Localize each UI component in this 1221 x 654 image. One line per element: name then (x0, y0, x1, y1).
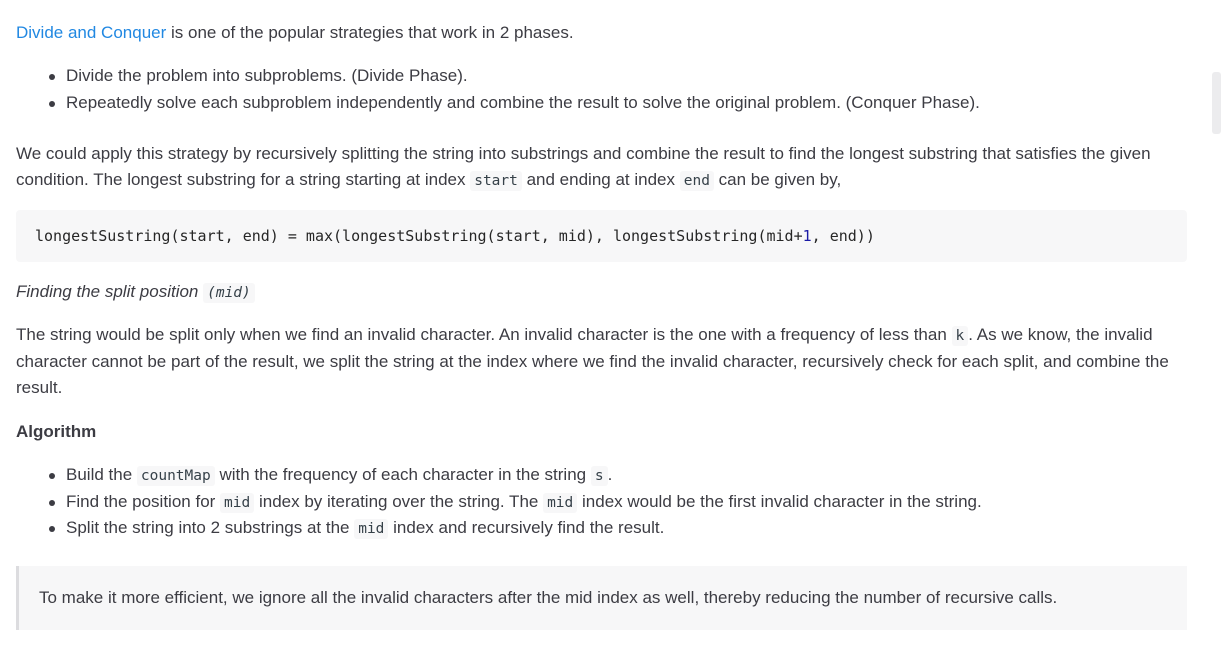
scrollbar-thumb[interactable] (1212, 72, 1221, 134)
inline-code: start (470, 171, 522, 191)
algorithm-heading: Algorithm (16, 422, 97, 441)
list-item: Repeatedly solve each subproblem indepen… (49, 90, 980, 117)
apply-paragraph: We could apply this strategy by recursiv… (16, 141, 1187, 194)
step-text: . (607, 465, 613, 484)
apply-text: and ending at index (521, 170, 680, 189)
split-heading-text: Finding the split position (16, 282, 204, 301)
split-text: The string would be split only when we f… (16, 325, 952, 344)
phases-list: Divide the problem into subproblems. (Di… (16, 63, 980, 117)
split-paragraph: The string would be split only when we f… (16, 322, 1187, 401)
step-text: index by iterating over the string. The (254, 491, 544, 511)
inline-code: k (951, 326, 969, 346)
intro-paragraph: Divide and Conquer is one of the popular… (16, 20, 574, 46)
inline-code: countMap (136, 466, 215, 486)
step-text: with the frequency of each character in … (214, 465, 591, 484)
inline-code: (mid) (203, 283, 255, 303)
note-blockquote: To make it more efficient, we ignore all… (16, 566, 1187, 630)
step-text: Split the string into 2 substrings at th… (66, 518, 355, 537)
inline-code: s (590, 466, 608, 486)
split-heading: Finding the split position (mid) (16, 279, 255, 306)
step-text: index would be the first invalid charact… (577, 491, 982, 511)
inline-code: end (679, 171, 714, 191)
step-text: index and recursively find the result. (388, 518, 665, 537)
code-text: , end)) (811, 227, 875, 245)
list-item: Find the position for mid index by itera… (49, 489, 982, 516)
intro-text: is one of the popular strategies that wo… (166, 23, 574, 42)
algorithm-steps-list: Build the countMap with the frequency of… (16, 462, 982, 542)
code-text: longestSustring(start, end) = max(longes… (35, 227, 803, 245)
inline-code: mid (220, 492, 255, 513)
list-item: Build the countMap with the frequency of… (49, 462, 982, 489)
step-text: Find the position for (66, 491, 221, 511)
inline-code: mid (354, 519, 389, 539)
inline-code: mid (543, 492, 578, 513)
list-item: Divide the problem into subproblems. (Di… (49, 63, 980, 90)
step-text: Build the (66, 465, 137, 484)
list-item: Split the string into 2 substrings at th… (49, 515, 982, 542)
code-block[interactable]: longestSustring(start, end) = max(longes… (16, 210, 1187, 262)
code-number: 1 (802, 227, 812, 245)
apply-text: can be given by, (713, 170, 842, 189)
divide-and-conquer-link[interactable]: Divide and Conquer (16, 23, 166, 42)
